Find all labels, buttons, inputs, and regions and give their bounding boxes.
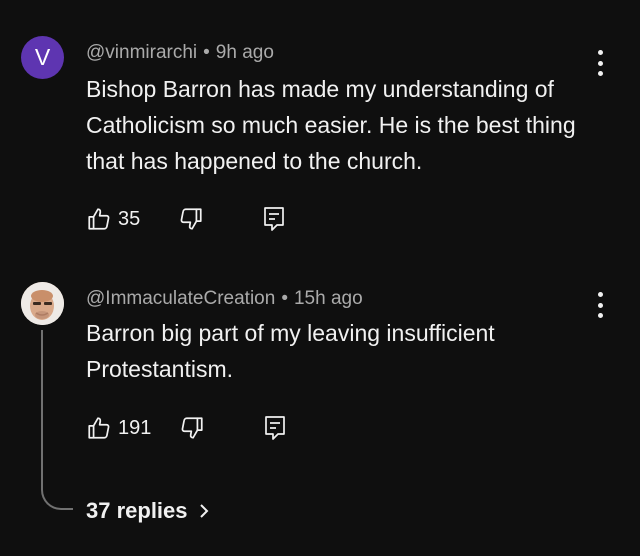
- like-button[interactable]: 191: [86, 415, 151, 441]
- comment-text: Bishop Barron has made my understanding …: [86, 76, 576, 174]
- thumbs-down-icon: [181, 417, 203, 439]
- meta-separator: •: [281, 288, 288, 309]
- thread-connector-line: [41, 330, 73, 510]
- like-button[interactable]: 35: [86, 206, 140, 232]
- avatar-photo-icon: [21, 282, 64, 325]
- thumbs-up-icon: [88, 208, 110, 230]
- view-replies-button[interactable]: 37 replies: [86, 498, 210, 524]
- reply-icon: [265, 416, 286, 440]
- comment-meta: @ImmaculateCreation • 15h ago: [86, 288, 363, 310]
- like-count: 35: [118, 207, 141, 230]
- thumbs-up-icon: [88, 417, 110, 439]
- comment-author[interactable]: @vinmirarchi: [86, 42, 197, 63]
- reply-button[interactable]: [262, 206, 286, 232]
- dislike-button[interactable]: [179, 415, 205, 441]
- comment-actions: 191: [86, 413, 287, 443]
- thumbs-down-icon: [180, 208, 202, 230]
- reply-button[interactable]: [263, 415, 287, 441]
- comment-meta: @vinmirarchi • 9h ago: [86, 42, 274, 64]
- like-count: 191: [118, 416, 152, 439]
- comment-text: Barron big part of my leaving insufficie…: [86, 320, 495, 382]
- comment-actions: 35: [86, 204, 286, 234]
- comment-time: 15h ago: [293, 288, 363, 309]
- meta-separator: •: [203, 42, 210, 63]
- avatar[interactable]: [21, 282, 64, 325]
- reply-icon: [264, 207, 285, 231]
- comment-author[interactable]: @ImmaculateCreation: [86, 288, 275, 309]
- replies-label: 37 replies: [86, 498, 188, 523]
- avatar[interactable]: V: [21, 36, 64, 79]
- dislike-button[interactable]: [178, 206, 204, 232]
- chevron-right-icon: [199, 504, 208, 518]
- comment-time: 9h ago: [215, 42, 274, 63]
